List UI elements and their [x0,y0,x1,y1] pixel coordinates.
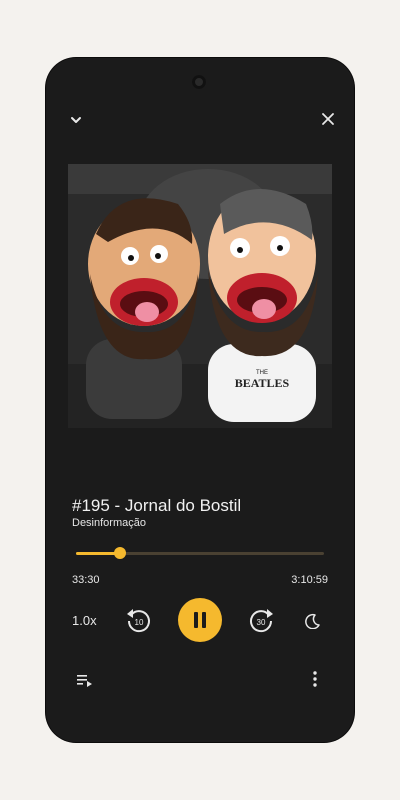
forward-button[interactable]: 30 [246,604,278,636]
rewind-button[interactable]: 10 [122,604,154,636]
playlist-icon [77,675,92,687]
close-icon [322,113,334,125]
podcast-name[interactable]: Desinformação [72,517,146,529]
forward-seconds: 30 [257,618,266,627]
shirt-text: BEATLES [235,376,290,390]
episode-title: #195 - Jornal do Bostil [72,496,242,515]
replay-10-icon: 10 [127,609,150,633]
collapse-button[interactable] [64,108,88,132]
moon-icon [305,613,320,629]
close-button[interactable] [316,107,340,131]
forward-30-icon: 30 [250,609,273,633]
play-pause-button[interactable] [178,598,222,642]
progress-thumb[interactable] [113,547,126,559]
pause-icon [194,612,206,628]
elapsed-time: 33:30 [72,574,100,586]
more-options-button[interactable] [305,668,325,690]
phone-screen: THE BEATLES #195 - Jornal do Bostil Desi… [46,58,354,742]
queue-button[interactable] [74,670,96,690]
front-camera [192,75,206,89]
sleep-timer-button[interactable] [302,610,324,632]
episode-artwork: THE BEATLES [68,164,332,428]
chevron-down-icon [71,117,81,123]
rewind-seconds: 10 [135,618,144,627]
progress-slider[interactable] [76,547,324,559]
more-vertical-icon [313,671,317,687]
total-time: 3:10:59 [291,574,328,586]
playback-speed-button[interactable]: 1.0x [72,613,97,628]
